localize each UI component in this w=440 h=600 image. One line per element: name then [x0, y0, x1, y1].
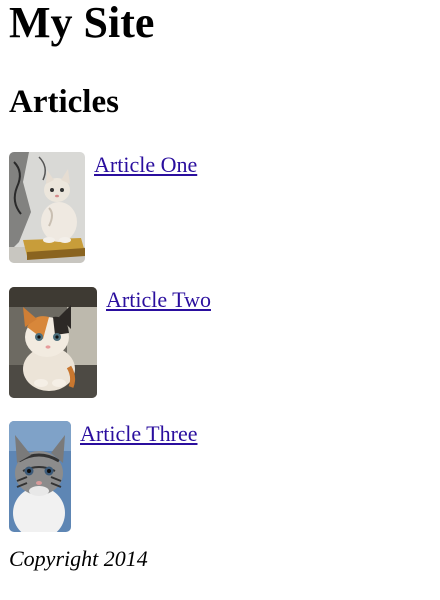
- article-thumbnail: [9, 287, 97, 398]
- article-item: Article Three: [9, 421, 197, 532]
- section-heading: Articles: [9, 84, 119, 120]
- article-link[interactable]: Article One: [94, 153, 197, 177]
- article-link[interactable]: Article Three: [80, 422, 197, 446]
- copyright-text: Copyright 2014: [9, 546, 148, 571]
- article-link[interactable]: Article Two: [106, 288, 211, 312]
- article-item: Article One: [9, 152, 197, 263]
- article-thumbnail: [9, 152, 85, 263]
- article-item: Article Two: [9, 287, 211, 398]
- article-thumbnail: [9, 421, 71, 532]
- site-title: My Site: [9, 0, 155, 47]
